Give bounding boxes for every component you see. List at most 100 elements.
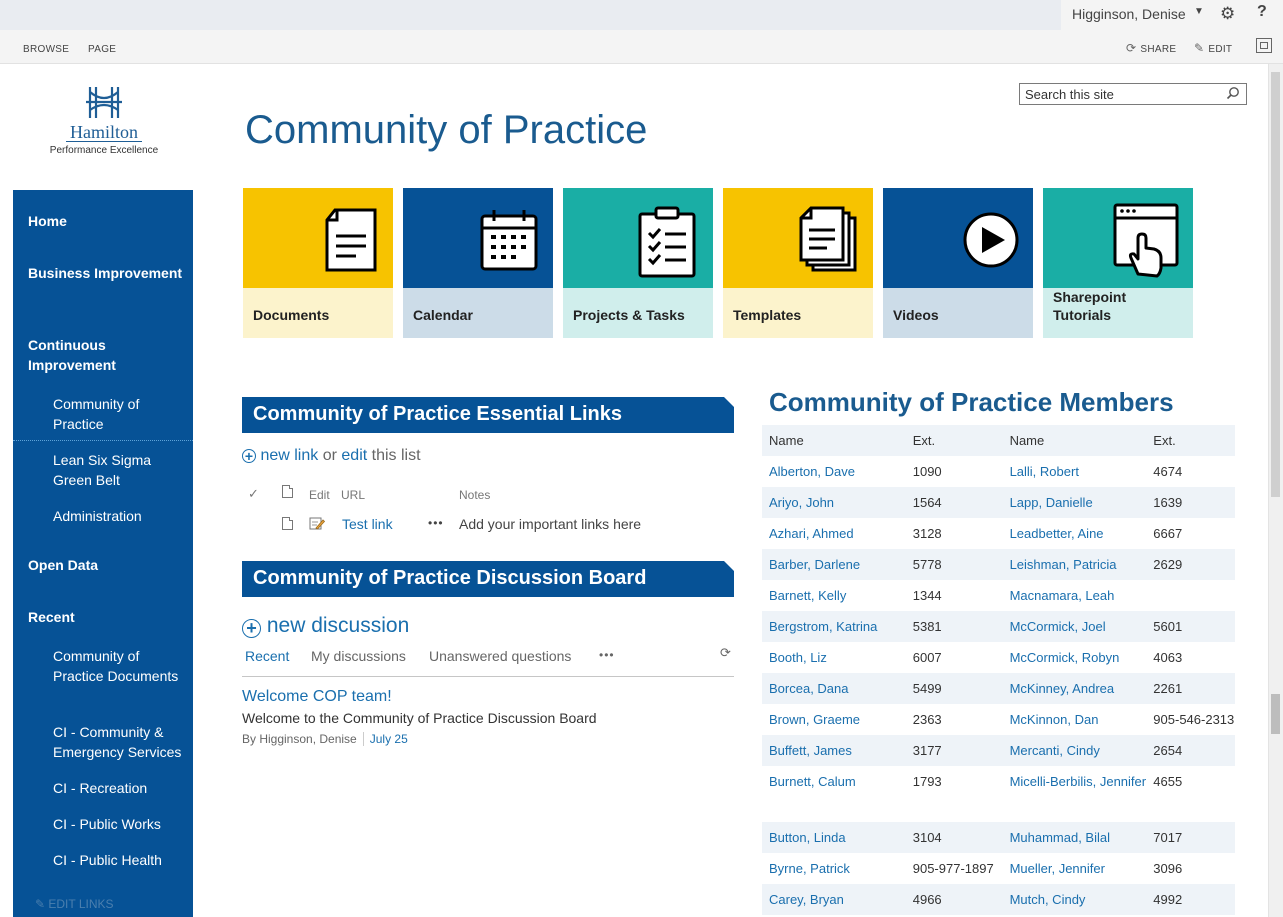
- nav-business-improvement[interactable]: Business Improvement: [28, 263, 188, 283]
- tile-sharepoint-tutorials[interactable]: Sharepoint Tutorials: [1043, 188, 1193, 338]
- member-ext: 3177: [905, 735, 1003, 766]
- member-name[interactable]: Azhari, Ahmed: [762, 518, 906, 549]
- member-ext: 905-977-1897: [912, 861, 994, 876]
- plus-circle-icon[interactable]: +: [242, 449, 256, 463]
- nav-continuous-improvement[interactable]: Continuous Improvement: [28, 335, 188, 375]
- new-discussion-button[interactable]: + new discussion: [242, 614, 409, 638]
- member-ext: 1639: [1146, 487, 1235, 518]
- table-row: Ariyo, John 1564 Lapp, Danielle 1639: [762, 487, 1235, 518]
- member-name[interactable]: Ariyo, John: [762, 487, 906, 518]
- member-name[interactable]: Booth, Liz: [762, 642, 906, 673]
- chevron-down-icon[interactable]: ▼: [1194, 6, 1204, 17]
- nav-lean-six-sigma[interactable]: Lean Six Sigma Green Belt: [53, 450, 193, 490]
- test-link[interactable]: Test link: [342, 516, 393, 532]
- edit-links-button[interactable]: ✎ EDIT LINKS: [35, 897, 114, 911]
- member-ext: 5778: [905, 549, 1003, 580]
- member-name[interactable]: Leishman, Patricia: [1002, 549, 1147, 580]
- member-name[interactable]: Mercanti, Cindy: [1002, 735, 1147, 766]
- member-name[interactable]: Micelli-Berbilis, Jennifer: [1003, 766, 1147, 822]
- user-menu[interactable]: Higginson, Denise: [1072, 6, 1186, 22]
- member-ext: 4655: [1153, 774, 1183, 789]
- vertical-scrollbar[interactable]: [1268, 64, 1283, 917]
- tile-videos[interactable]: Videos: [883, 188, 1033, 338]
- column-edit[interactable]: Edit: [309, 488, 330, 502]
- search-icon[interactable]: [1226, 86, 1240, 100]
- post-date[interactable]: July 25: [370, 732, 408, 746]
- member-ext: 2654: [1146, 735, 1235, 766]
- select-all-checkmark-icon[interactable]: ✓: [248, 486, 259, 502]
- tile-label: Sharepoint Tutorials: [1053, 289, 1127, 323]
- more-options-icon[interactable]: •••: [599, 648, 615, 662]
- member-name[interactable]: Alberton, Dave: [762, 456, 906, 487]
- tab-recent[interactable]: Recent: [245, 648, 289, 664]
- member-ext: 2629: [1146, 549, 1235, 580]
- nav-recent-item[interactable]: CI - Community & Emergency Services: [53, 722, 193, 762]
- nav-recent-item[interactable]: CI - Public Health: [53, 850, 193, 870]
- tile-templates[interactable]: Templates: [723, 188, 873, 338]
- column-notes[interactable]: Notes: [459, 488, 490, 502]
- tab-page[interactable]: PAGE: [88, 44, 116, 55]
- member-name[interactable]: Barber, Darlene: [762, 549, 906, 580]
- gear-icon[interactable]: ⚙: [1220, 4, 1235, 24]
- focus-content-icon[interactable]: [1256, 38, 1272, 53]
- member-name[interactable]: Barnett, Kelly: [762, 580, 906, 611]
- tab-browse[interactable]: BROWSE: [23, 44, 69, 55]
- table-row: Barber, Darlene 5778 Leishman, Patricia 262…: [762, 549, 1235, 580]
- search-input[interactable]: [1020, 84, 1225, 104]
- edit-item-icon[interactable]: [309, 516, 325, 531]
- tile-calendar[interactable]: Calendar: [403, 188, 553, 338]
- share-button[interactable]: ⟳ SHARE: [1126, 41, 1176, 55]
- edit-button[interactable]: ✎ EDIT: [1194, 41, 1232, 55]
- nav-home[interactable]: Home: [28, 211, 188, 231]
- tab-my-discussions[interactable]: My discussions: [311, 648, 406, 664]
- post-author: By Higginson, Denise: [242, 732, 357, 746]
- nav-administration[interactable]: Administration: [53, 506, 193, 526]
- table-row: Azhari, Ahmed 3128 Leadbetter, Aine 6667: [762, 518, 1235, 549]
- more-options-icon[interactable]: •••: [428, 516, 444, 530]
- member-name[interactable]: Leadbetter, Aine: [1003, 518, 1147, 549]
- edit-label: EDIT: [1208, 44, 1233, 55]
- nav-open-data[interactable]: Open Data: [28, 555, 188, 575]
- new-link-button[interactable]: new link: [260, 447, 318, 464]
- member-name[interactable]: Brown, Graeme: [762, 704, 906, 735]
- member-name[interactable]: Byrne, Patrick: [762, 853, 906, 884]
- nav-recent[interactable]: Recent: [28, 607, 188, 627]
- column-url[interactable]: URL: [341, 488, 365, 502]
- member-name[interactable]: McCormick, Joel: [1002, 611, 1147, 642]
- link-notes: Add your important links here: [459, 516, 642, 532]
- tile-projects-tasks[interactable]: Projects & Tasks: [563, 188, 713, 338]
- member-name[interactable]: Lalli, Robert: [1003, 456, 1147, 487]
- member-name[interactable]: Muhammad, Bilal: [1002, 822, 1147, 853]
- member-name[interactable]: Mueller, Jennifer: [1003, 853, 1147, 884]
- help-icon[interactable]: ?: [1257, 3, 1267, 21]
- tile-documents[interactable]: Documents: [243, 188, 393, 338]
- member-name[interactable]: Buffett, James: [762, 735, 906, 766]
- member-ext: 6007: [912, 650, 942, 665]
- edit-list-link[interactable]: edit: [341, 447, 367, 464]
- member-name[interactable]: Borcea, Dana: [762, 673, 906, 704]
- member-name[interactable]: McKinnon, Dan: [1003, 704, 1147, 735]
- member-name[interactable]: Mutch, Cindy: [1002, 884, 1147, 915]
- nav-recent-item[interactable]: Community of Practice Documents: [53, 646, 193, 686]
- scrollbar-thumb[interactable]: [1271, 72, 1280, 497]
- member-name[interactable]: Macnamara, Leah: [1003, 580, 1147, 611]
- tab-unanswered-questions[interactable]: Unanswered questions: [429, 648, 571, 664]
- nav-community-of-practice[interactable]: Community of Practice: [53, 394, 193, 434]
- essential-links-heading[interactable]: Community of Practice Essential Links: [253, 403, 622, 426]
- member-ext: 905-546-2313: [1153, 712, 1235, 727]
- nav-recent-item[interactable]: CI - Public Works: [53, 814, 193, 834]
- discussion-post-title[interactable]: Welcome COP team!: [242, 688, 392, 706]
- refresh-icon[interactable]: ⟳: [720, 645, 731, 661]
- member-name[interactable]: Button, Linda: [762, 822, 906, 853]
- member-name[interactable]: Carey, Bryan: [762, 884, 906, 915]
- member-name[interactable]: Lapp, Danielle: [1002, 487, 1147, 518]
- site-logo[interactable]: Hamilton Performance Excellence: [48, 84, 160, 164]
- discussion-board-heading[interactable]: Community of Practice Discussion Board: [253, 567, 646, 590]
- play-icon: [963, 212, 1019, 268]
- nav-recent-item[interactable]: CI - Recreation: [53, 778, 193, 798]
- member-name[interactable]: McCormick, Robyn: [1003, 642, 1147, 673]
- member-name[interactable]: Bergstrom, Katrina: [762, 611, 906, 642]
- member-name[interactable]: McKinney, Andrea: [1002, 673, 1147, 704]
- member-name[interactable]: Burnett, Calum: [762, 766, 906, 822]
- table-row: Brown, Graeme 2363 McKinnon, Dan 905-546-23…: [762, 704, 1235, 735]
